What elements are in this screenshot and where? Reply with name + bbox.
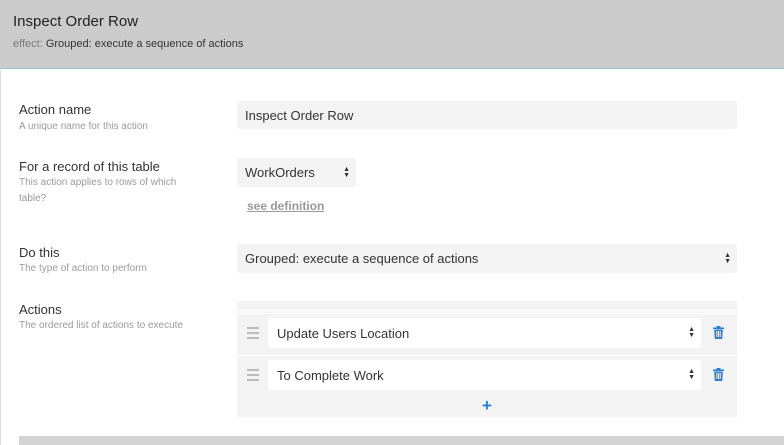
- select-arrows-icon: ▲ ▼: [688, 368, 695, 381]
- actions-description: The ordered list of actions to execute: [19, 320, 183, 331]
- effect-summary: effect: Grouped: execute a sequence of a…: [13, 38, 243, 50]
- table-description: This action applies to rows of which tab…: [19, 177, 177, 204]
- trash-icon[interactable]: [713, 326, 724, 339]
- do-this-description: The type of action to perform: [19, 263, 147, 274]
- drag-handle-icon[interactable]: [247, 327, 259, 339]
- effect-label: effect:: [13, 38, 43, 50]
- select-arrows-icon: ▲ ▼: [343, 165, 350, 179]
- drag-handle-icon[interactable]: [247, 369, 259, 381]
- page-header: Inspect Order Row effect: Grouped: execu…: [0, 0, 784, 69]
- table-select[interactable]: WorkOrders ▲ ▼: [237, 158, 356, 187]
- table-select-value: WorkOrders: [245, 165, 315, 180]
- action-item-select[interactable]: Update Users Location ▲ ▼: [268, 318, 701, 348]
- actions-label: Actions: [19, 302, 62, 317]
- action-name-input[interactable]: Inspect Order Row: [237, 101, 737, 129]
- action-type-select[interactable]: Grouped: execute a sequence of actions ▲…: [237, 244, 737, 273]
- action-list-item: To Complete Work ▲ ▼: [237, 355, 737, 395]
- action-type-value: Grouped: execute a sequence of actions: [245, 251, 479, 266]
- action-name-description: A unique name for this action: [19, 121, 148, 132]
- effect-value: Grouped: execute a sequence of actions: [45, 38, 244, 50]
- trash-icon[interactable]: [713, 368, 724, 381]
- select-arrows-icon: ▲ ▼: [688, 326, 695, 339]
- action-item-value: Update Users Location: [277, 326, 410, 341]
- select-arrows-icon: ▲ ▼: [724, 251, 731, 265]
- actions-list-top: [237, 301, 737, 311]
- do-this-label: Do this: [19, 245, 60, 260]
- see-definition-link[interactable]: see definition: [247, 199, 324, 213]
- action-list-item: Update Users Location ▲ ▼: [237, 313, 737, 353]
- actions-list: Update Users Location ▲ ▼ To Complete Wor…: [237, 301, 737, 417]
- footer-bar: [19, 436, 784, 445]
- action-item-select[interactable]: To Complete Work ▲ ▼: [268, 360, 701, 390]
- table-label: For a record of this table: [19, 159, 160, 174]
- page-title: Inspect Order Row: [13, 13, 139, 30]
- action-name-label: Action name: [19, 102, 92, 117]
- add-action-button[interactable]: +: [237, 396, 737, 417]
- action-item-value: To Complete Work: [277, 368, 384, 383]
